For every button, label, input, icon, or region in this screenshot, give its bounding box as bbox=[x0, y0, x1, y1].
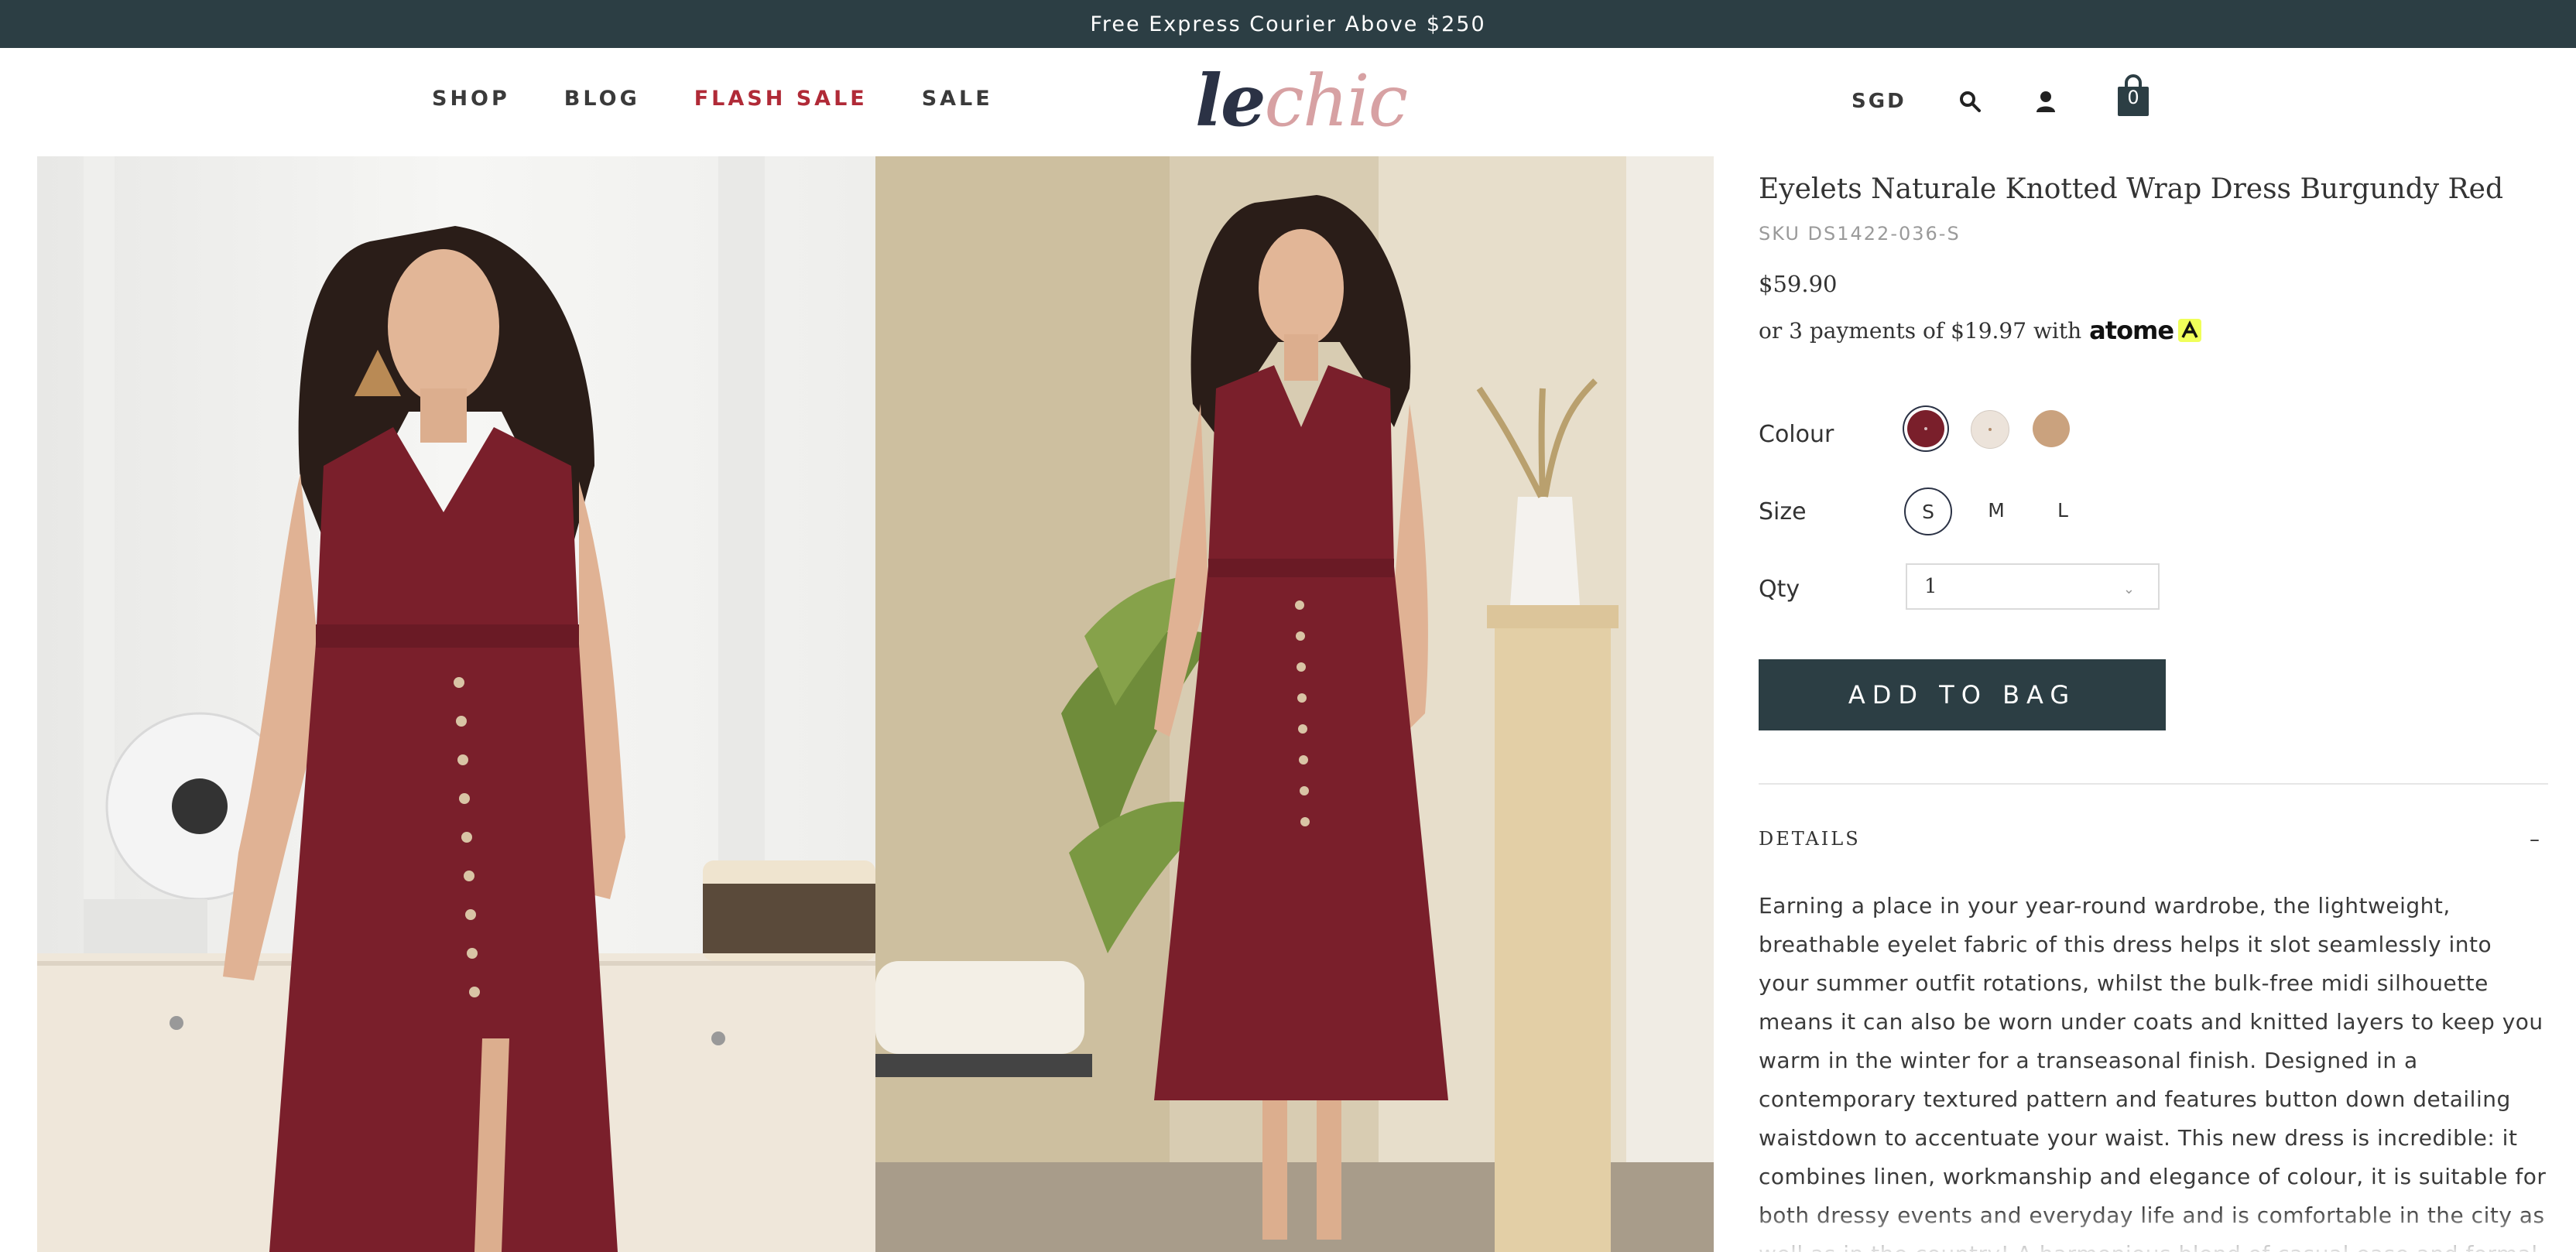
divider bbox=[1759, 783, 2548, 785]
product-photo-front[interactable] bbox=[37, 156, 875, 1252]
details-description: Earning a place in your year-round wardr… bbox=[1759, 893, 2547, 1252]
size-option-s[interactable]: S bbox=[1904, 487, 1952, 535]
nav-blog[interactable]: BLOG bbox=[564, 87, 640, 111]
nav-sale[interactable]: SALE bbox=[922, 87, 993, 111]
qty-label: Qty bbox=[1759, 576, 1800, 603]
site-logo[interactable]: lechic bbox=[1195, 62, 1408, 140]
details-heading[interactable]: DETAILS bbox=[1759, 828, 1861, 850]
size-option-m[interactable]: M bbox=[1974, 487, 2019, 532]
bag-count: 0 bbox=[2127, 87, 2139, 108]
product-price: $59.90 bbox=[1759, 271, 1838, 297]
nav-shop[interactable]: SHOP bbox=[432, 87, 510, 111]
size-option-l[interactable]: L bbox=[2040, 487, 2085, 532]
colour-swatch-tan[interactable] bbox=[2033, 410, 2070, 447]
product-sku: SKU DS1422-036-S bbox=[1759, 223, 1961, 245]
announcement-bar: Free Express Courier Above $250 bbox=[0, 0, 2576, 48]
scroll-fade bbox=[1759, 1207, 2576, 1252]
atome-logo[interactable]: atome bbox=[2089, 316, 2174, 345]
announcement-text: Free Express Courier Above $250 bbox=[1090, 12, 1486, 36]
chevron-down-icon: ⌄ bbox=[2122, 581, 2135, 597]
qty-select[interactable]: 1 ⌄ bbox=[1906, 563, 2160, 610]
search-icon[interactable] bbox=[1958, 90, 1982, 113]
atome-badge-icon bbox=[2178, 319, 2202, 342]
qty-value: 1 bbox=[1924, 575, 1937, 598]
product-gallery bbox=[37, 156, 1714, 1252]
colour-label: Colour bbox=[1759, 421, 1834, 448]
product-photo-full[interactable] bbox=[875, 156, 1714, 1252]
installment-info: or 3 payments of $19.97 with atome bbox=[1759, 316, 2202, 345]
user-icon[interactable] bbox=[2034, 90, 2057, 113]
main-nav: SHOP BLOG FLASH SALE SALE bbox=[432, 87, 1047, 111]
product-title: Eyelets Naturale Knotted Wrap Dress Burg… bbox=[1759, 173, 2504, 205]
installment-text: or 3 payments of $19.97 with bbox=[1759, 317, 2082, 344]
add-to-bag-button[interactable]: ADD TO BAG bbox=[1759, 659, 2166, 730]
size-label: Size bbox=[1759, 498, 1807, 525]
site-header: SHOP BLOG FLASH SALE SALE lechic SGD 0 bbox=[0, 48, 2576, 156]
currency-selector[interactable]: SGD bbox=[1852, 90, 1906, 113]
colour-swatch-cream[interactable] bbox=[1971, 410, 2009, 449]
collapse-icon[interactable]: – bbox=[2530, 828, 2540, 851]
colour-swatch-burgundy[interactable] bbox=[1907, 410, 1944, 447]
nav-flash-sale[interactable]: FLASH SALE bbox=[694, 87, 868, 111]
